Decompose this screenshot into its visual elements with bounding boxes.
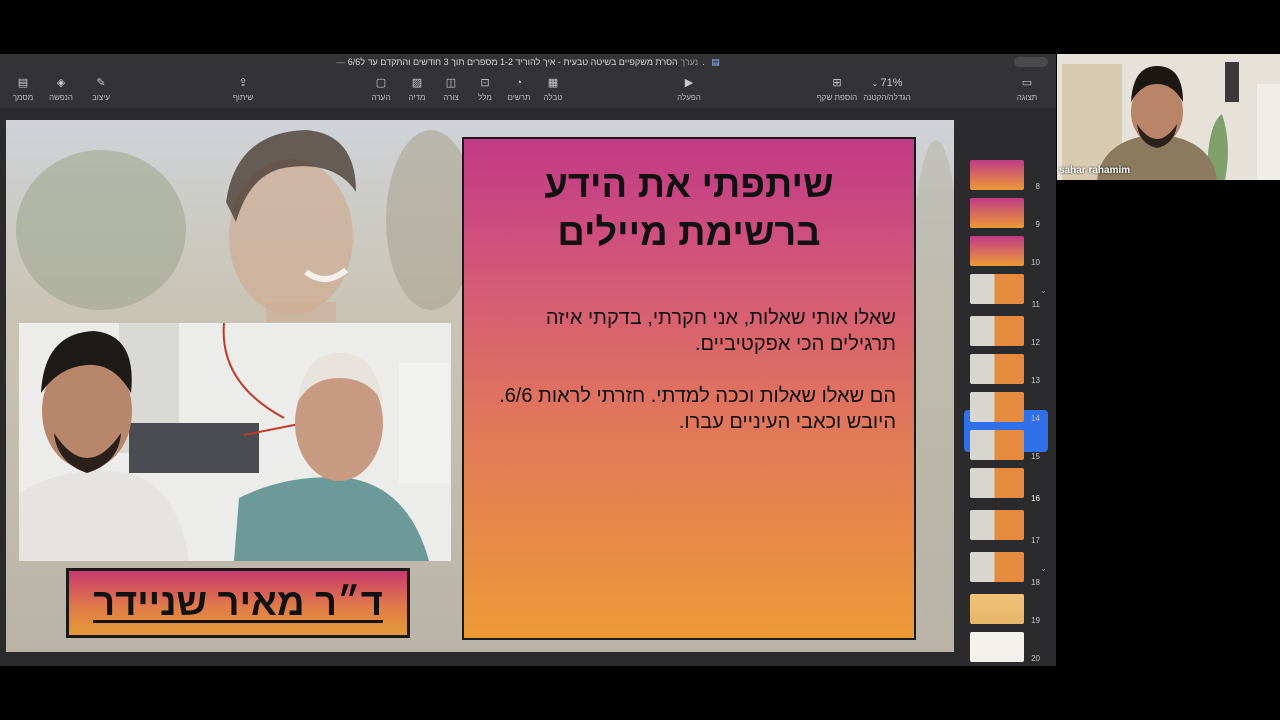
photo-two-men	[19, 323, 451, 561]
window-control-pill[interactable]	[1014, 57, 1048, 67]
slide-number: 10	[1031, 258, 1040, 267]
webcam-video-tile: sahar rahamim	[1057, 54, 1280, 180]
share-icon: ⇪	[238, 77, 248, 89]
slide-thumbnail[interactable]	[970, 274, 1024, 304]
add-slide-icon: ⊞	[832, 77, 842, 89]
background-foliage	[16, 150, 186, 310]
slide-thumbnail[interactable]	[970, 160, 1024, 190]
slide-thumbnail[interactable]	[970, 392, 1024, 422]
view-button[interactable]: ▭ תצוגה	[1000, 74, 1054, 104]
slide-thumbnail[interactable]	[970, 354, 1024, 384]
comment-icon: ▢	[375, 77, 387, 89]
document-panel-icon: ▤	[17, 77, 29, 89]
background-portrait	[226, 130, 356, 322]
slide-thumbnail[interactable]	[970, 198, 1024, 228]
slide-number: 8	[1035, 182, 1040, 191]
slide-number: 11	[1031, 300, 1040, 309]
slide-number: 16	[1031, 494, 1040, 503]
share-button[interactable]: ⇪ שיתוף	[216, 74, 270, 104]
current-slide[interactable]: ד״ר מאיר שניידר שיתפתי את הידע ברשימת מי…	[6, 120, 954, 652]
collapse-chevron-icon[interactable]: ⌄	[1040, 564, 1047, 573]
slide-thumbnail[interactable]	[970, 430, 1024, 460]
slide-thumbnail[interactable]	[970, 316, 1024, 346]
slide-number: 15	[1031, 452, 1040, 461]
slide-title-line-2: ברשימת מיילים	[557, 212, 821, 254]
zoom-button[interactable]: ⌄ 71% הגדלה/הקטנה	[856, 74, 918, 104]
slide-number: 17	[1031, 536, 1040, 545]
slide-number: 9	[1035, 220, 1040, 229]
webcam-illustration	[1057, 54, 1280, 180]
slide-number: 20	[1031, 654, 1040, 663]
play-icon: ▶	[684, 77, 694, 89]
slide-thumbnail[interactable]	[970, 510, 1024, 540]
photo-illustration	[19, 323, 451, 561]
zoom-icon: ⌄ 71%	[871, 77, 903, 89]
slide-paragraph-1: שאלו אותי שאלות, אני חקרתי, בדקתי איזה ת…	[545, 307, 896, 355]
add-slide-button[interactable]: ⊞ הוספת שקף	[810, 74, 864, 104]
slide-number: 13	[1031, 376, 1040, 385]
document-title: הסרת משקפיים בשיטה טבעית - איך להוריד 1-…	[347, 57, 705, 67]
collapse-chevron-icon[interactable]: ⌄	[1040, 286, 1047, 295]
toolbar: ▭ תצוגה ⌄ 71% הגדלה/הקטנה ⊞ הוספת שקף ▶ …	[0, 70, 1056, 109]
slide-text-box[interactable]: שיתפתי את הידע ברשימת מיילים שאלו אותי ש…	[462, 137, 916, 640]
slide-title-line-1: שיתפתי את הידע	[544, 164, 834, 206]
slide-navigator: 8 9 10 11 ⌄ 12 13 14 15 16 17 18 ⌄ 19 20	[958, 108, 1056, 666]
doctor-name: ד״ר מאיר שניידר	[93, 581, 383, 624]
title-bar: — נערך הסרת משקפיים בשיטה טבעית - איך לה…	[0, 54, 1056, 70]
keynote-window: — נערך הסרת משקפיים בשיטה טבעית - איך לה…	[0, 54, 1056, 666]
document-icon: ▤	[711, 57, 720, 67]
document-button[interactable]: ▤ מסמך	[0, 74, 50, 104]
slide-thumbnail[interactable]	[970, 236, 1024, 266]
play-button[interactable]: ▶ הפעלה	[662, 74, 716, 104]
slide-number: 14	[1031, 414, 1040, 423]
slide-thumbnail[interactable]	[970, 594, 1024, 624]
comment-button[interactable]: ▢ הערה	[354, 74, 408, 104]
slide-title: שיתפתי את הידע ברשימת מיילים	[474, 161, 904, 257]
slide-paragraph-2: הם שאלו שאלות וככה למדתי. חזרתי לראות 6/…	[499, 385, 896, 433]
slide-thumbnail-selected[interactable]	[970, 468, 1024, 498]
sidebar-icon: ▭	[1021, 77, 1033, 89]
slide-thumbnail[interactable]	[970, 552, 1024, 582]
participant-name: sahar rahamim	[1059, 165, 1131, 176]
slide-thumbnail[interactable]	[970, 632, 1024, 662]
slide-number: 19	[1031, 616, 1040, 625]
name-plate: ד״ר מאיר שניידר	[66, 568, 410, 638]
slide-number: 18	[1031, 578, 1040, 587]
slide-number: 12	[1031, 338, 1040, 347]
